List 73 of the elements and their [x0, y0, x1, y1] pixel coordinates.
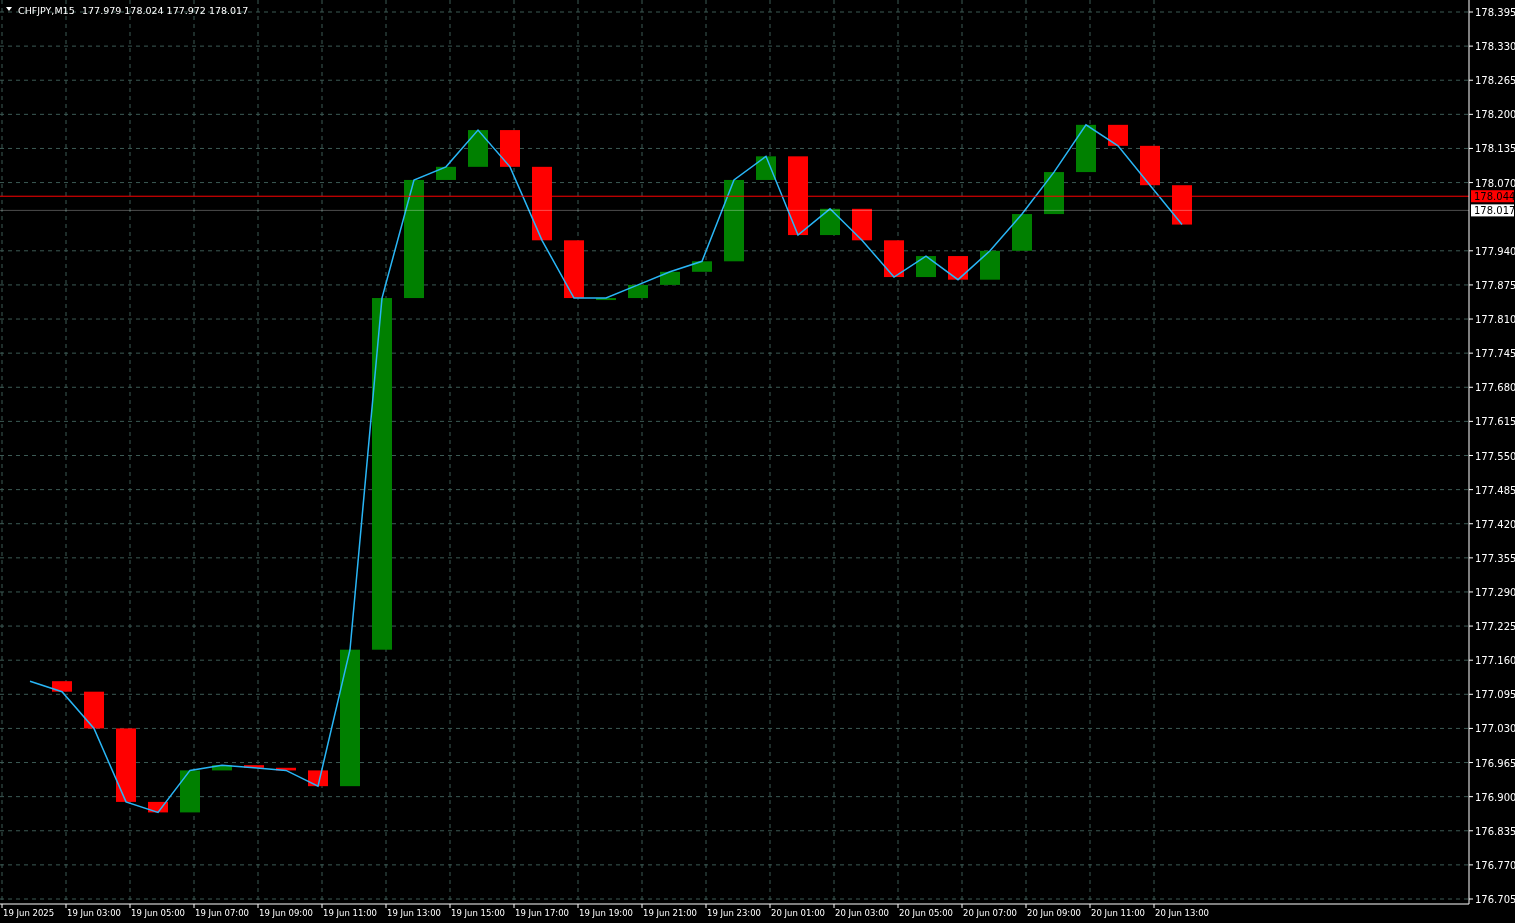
candle [148, 801, 168, 813]
price-axis-label: 177.745 [1475, 348, 1515, 360]
time-axis-label: 20 Jun 01:00 [771, 908, 825, 918]
time-axis-label: 19 Jun 07:00 [195, 908, 249, 918]
price-axis-label: 177.290 [1475, 586, 1515, 598]
time-axis-label: 20 Jun 07:00 [963, 908, 1017, 918]
price-axis-label: 177.095 [1475, 689, 1515, 701]
candle [884, 240, 904, 278]
price-axis-label: 177.940 [1475, 245, 1515, 257]
candle [500, 130, 520, 167]
time-axis-label: 20 Jun 09:00 [1027, 908, 1081, 918]
candle [564, 240, 584, 299]
candle [180, 770, 200, 813]
price-axis-label: 177.615 [1475, 416, 1515, 428]
time-axis-label: 20 Jun 11:00 [1091, 908, 1145, 918]
price-axis-label: 176.770 [1475, 859, 1515, 871]
candle [596, 298, 616, 301]
price-axis-label: 178.330 [1475, 41, 1515, 53]
candle [308, 770, 328, 787]
price-axis-label: 178.265 [1475, 75, 1515, 87]
time-axis-label: 19 Jun 09:00 [259, 908, 313, 918]
candle [948, 256, 968, 280]
candle [276, 767, 296, 771]
price-axis-label: 177.875 [1475, 279, 1515, 291]
price-tag-label: 178.044 [1474, 191, 1515, 203]
candle [84, 691, 104, 729]
time-axis-label: 20 Jun 05:00 [899, 908, 953, 918]
candle [916, 256, 936, 278]
ohlc-values: 177.979 178.024 177.972 178.017 [82, 5, 249, 16]
time-axis-label: 19 Jun 17:00 [515, 908, 569, 918]
price-axis-label: 177.810 [1475, 314, 1515, 326]
candle [212, 765, 232, 771]
price-axis-label: 177.160 [1475, 655, 1515, 667]
time-axis-label: 19 Jun 13:00 [387, 908, 441, 918]
candle [468, 130, 488, 167]
price-axis-label: 177.225 [1475, 621, 1515, 633]
price-axis-label: 178.200 [1475, 109, 1515, 121]
time-axis-label: 19 Jun 11:00 [323, 908, 377, 918]
price-axis-label: 177.030 [1475, 723, 1515, 735]
price-axis-label: 178.395 [1475, 7, 1515, 18]
price-axis-label: 177.550 [1475, 450, 1515, 462]
candle [244, 765, 264, 768]
price-axis-label: 176.900 [1475, 791, 1515, 803]
price-axis-label: 176.705 [1475, 894, 1515, 905]
candle [1140, 145, 1160, 186]
time-axis-label: 20 Jun 03:00 [835, 908, 889, 918]
time-axis-label: 19 Jun 19:00 [579, 908, 633, 918]
time-axis-label: 19 Jun 2025 [3, 908, 55, 918]
candle [1012, 214, 1032, 251]
price-tag-label: 178.017 [1474, 205, 1515, 217]
time-axis-label: 19 Jun 03:00 [67, 908, 121, 918]
price-axis-label: 176.835 [1475, 825, 1515, 837]
price-axis-label: 176.965 [1475, 757, 1515, 769]
candle [52, 681, 72, 692]
dropdown-triangle-icon[interactable] [6, 7, 12, 11]
candle [1172, 185, 1192, 225]
time-axis-label: 19 Jun 21:00 [643, 908, 697, 918]
time-axis-label: 19 Jun 05:00 [131, 908, 185, 918]
candle [1044, 172, 1064, 215]
candle [1076, 124, 1096, 173]
time-axis-label: 19 Jun 15:00 [451, 908, 505, 918]
price-axis-label: 177.485 [1475, 484, 1515, 496]
price-axis-label: 177.680 [1475, 382, 1515, 394]
candle [980, 250, 1000, 280]
price-axis-label: 178.135 [1475, 143, 1515, 155]
candle [692, 261, 712, 272]
time-axis-label: 19 Jun 23:00 [707, 908, 761, 918]
price-axis-label: 177.420 [1475, 518, 1515, 530]
time-axis-label: 20 Jun 13:00 [1155, 908, 1209, 918]
price-axis-label: 177.355 [1475, 552, 1515, 564]
candle [852, 208, 872, 241]
price-axis-label: 178.070 [1475, 177, 1515, 189]
symbol-label: CHFJPY,M15 [18, 5, 75, 16]
